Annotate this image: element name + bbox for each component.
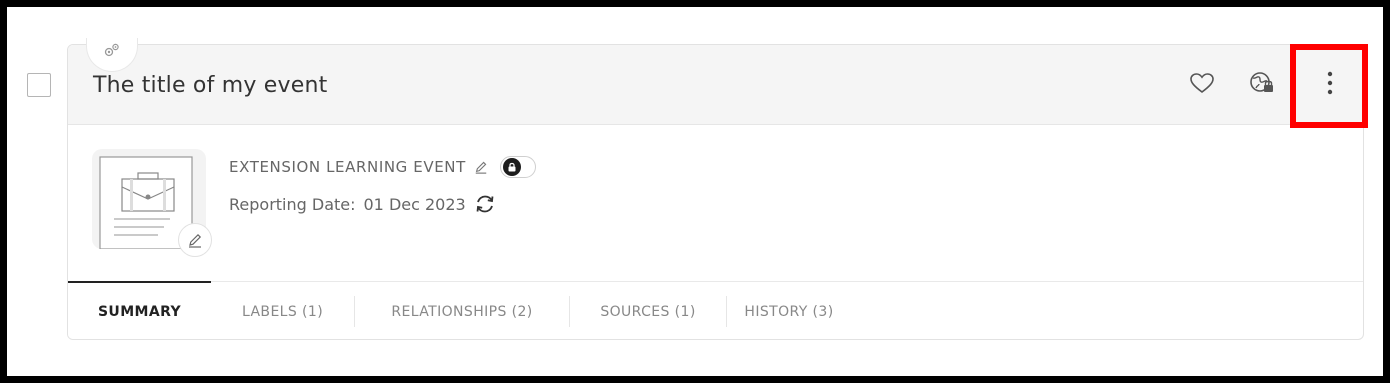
lock-icon xyxy=(508,162,516,172)
more-vertical-icon xyxy=(1327,71,1333,95)
tab-relationships[interactable]: RELATIONSHIPS (2) xyxy=(355,282,569,339)
visibility-button[interactable] xyxy=(1244,65,1280,101)
reporting-date-label: Reporting Date: xyxy=(229,194,356,214)
tab-summary[interactable]: SUMMARY xyxy=(68,281,211,339)
more-options-button[interactable] xyxy=(1312,65,1348,101)
heart-icon xyxy=(1190,73,1214,94)
lock-knob xyxy=(502,158,521,176)
edit-type-pencil-icon[interactable] xyxy=(474,160,488,174)
gears-icon xyxy=(104,43,119,57)
tab-history[interactable]: HISTORY (3) xyxy=(727,282,851,339)
pencil-icon xyxy=(189,233,202,248)
globe-lock-icon xyxy=(1250,72,1273,92)
event-type-row: EXTENSION LEARNING EVENT xyxy=(229,156,536,178)
card-tabs: SUMMARY LABELS (1) RELATIONSHIPS (2) SOU… xyxy=(68,281,1363,339)
lock-toggle[interactable] xyxy=(499,156,536,178)
tab-labels[interactable]: LABELS (1) xyxy=(211,282,354,339)
refresh-icon[interactable] xyxy=(474,193,496,215)
event-card: The title of my event EXTENSION LEARNING… xyxy=(67,44,1364,340)
event-type-label: EXTENSION LEARNING EVENT xyxy=(229,158,466,176)
row-select-checkbox[interactable] xyxy=(27,73,51,97)
reporting-date-value: 01 Dec 2023 xyxy=(363,194,466,214)
tab-sources[interactable]: SOURCES (1) xyxy=(570,282,726,339)
edit-thumbnail-button[interactable] xyxy=(178,223,212,257)
favorite-button[interactable] xyxy=(1184,65,1220,101)
reporting-date-row: Reporting Date: 01 Dec 2023 xyxy=(229,193,496,215)
event-title[interactable]: The title of my event xyxy=(93,73,327,98)
card-header: The title of my event xyxy=(68,45,1363,125)
